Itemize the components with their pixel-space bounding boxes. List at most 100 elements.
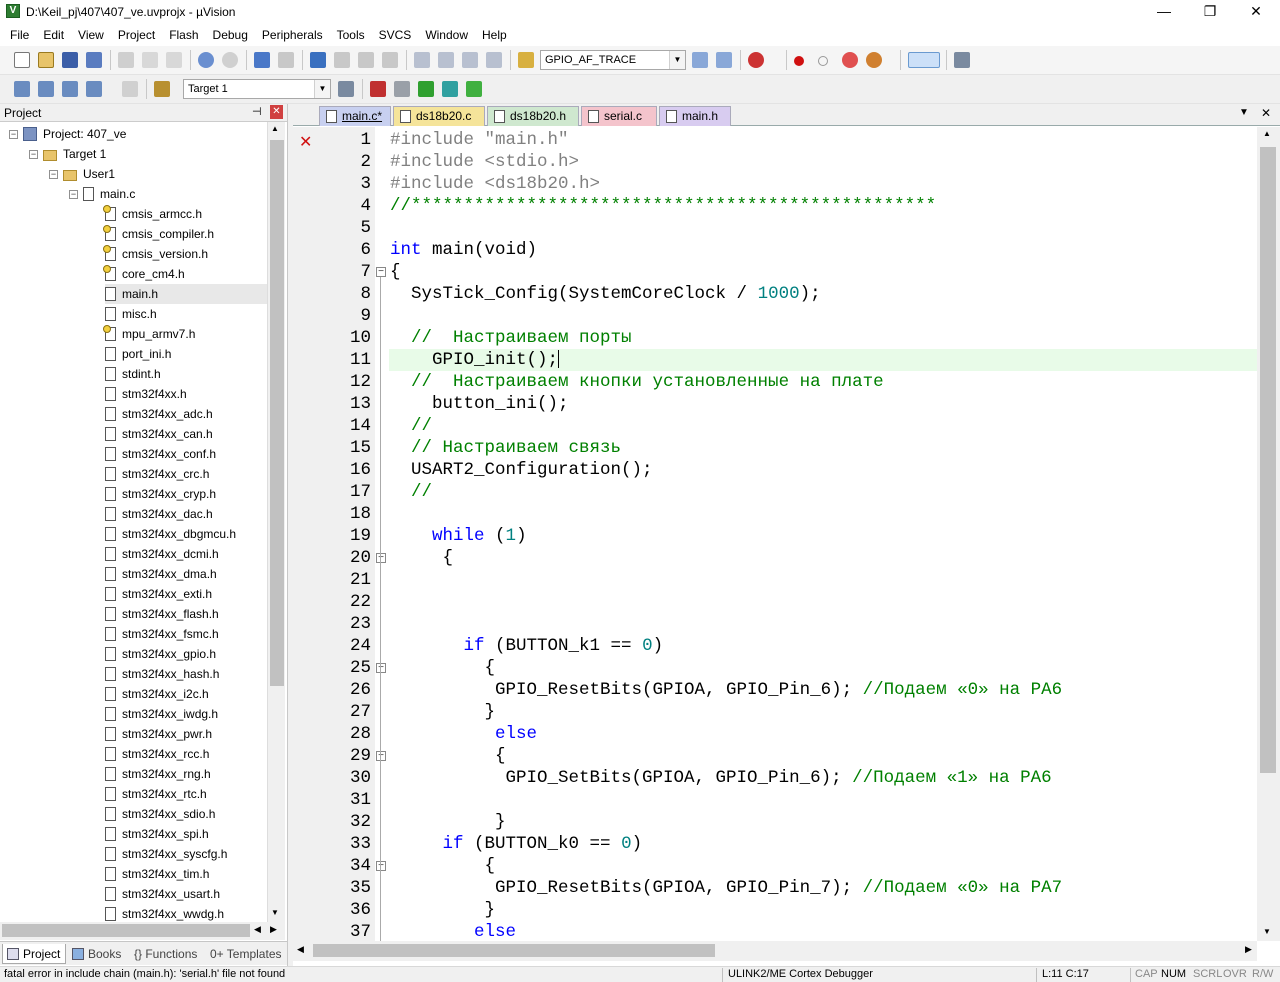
- tree-item-header[interactable]: stm32f4xx_hash.h: [105, 664, 219, 684]
- uncomment-icon[interactable]: [486, 52, 502, 68]
- breakpoint-icon[interactable]: [794, 56, 804, 66]
- save-all-icon[interactable]: [86, 52, 102, 68]
- menu-view[interactable]: View: [71, 25, 111, 45]
- scroll-down-icon[interactable]: ▼: [271, 908, 279, 917]
- code-line[interactable]: 37 else: [293, 921, 1257, 941]
- tree-item-group[interactable]: − User1: [49, 164, 115, 184]
- disable-all-breakpoints-icon[interactable]: [842, 52, 858, 68]
- tree-item-header[interactable]: stm32f4xx_can.h: [105, 424, 213, 444]
- tree-item-header[interactable]: stm32f4xx_wwdg.h: [105, 904, 224, 922]
- unindent-icon[interactable]: [438, 52, 454, 68]
- collapse-icon[interactable]: −: [9, 129, 18, 139]
- menu-project[interactable]: Project: [111, 25, 162, 45]
- comment-icon[interactable]: [462, 52, 478, 68]
- code-line[interactable]: ✕ 1 #include "main.h": [293, 129, 1257, 151]
- save-icon[interactable]: [62, 52, 78, 68]
- tree-item-header[interactable]: stm32f4xx.h: [105, 384, 187, 404]
- next-bookmark-icon[interactable]: [358, 52, 374, 68]
- tree-item-header[interactable]: core_cm4.h: [103, 264, 185, 284]
- tree-item-header[interactable]: stm32f4xx_sdio.h: [105, 804, 215, 824]
- menu-file[interactable]: File: [3, 25, 36, 45]
- hscroll-thumb[interactable]: [313, 944, 715, 957]
- cut-icon[interactable]: [118, 52, 134, 68]
- tree-item-header[interactable]: cmsis_armcc.h: [103, 204, 202, 224]
- disable-breakpoint-icon[interactable]: [818, 56, 828, 66]
- tree-item-header[interactable]: stm32f4xx_cryp.h: [105, 484, 216, 504]
- tree-item-header[interactable]: stm32f4xx_adc.h: [105, 404, 213, 424]
- find-in-files-icon[interactable]: [518, 52, 534, 68]
- scroll-up-icon[interactable]: ▲: [271, 124, 279, 133]
- window-layout-icon[interactable]: [908, 52, 940, 68]
- code-line[interactable]: 25− {: [293, 657, 1257, 679]
- bookmark-icon[interactable]: [310, 52, 326, 68]
- download-icon[interactable]: [154, 81, 170, 97]
- fold-toggle-icon[interactable]: −: [376, 861, 386, 871]
- close-tab-icon[interactable]: ✕: [1261, 106, 1271, 120]
- clear-bookmarks-icon[interactable]: [382, 52, 398, 68]
- kill-breakpoints-icon[interactable]: [866, 52, 882, 68]
- tree-item-header[interactable]: stm32f4xx_conf.h: [105, 444, 216, 464]
- chevron-down-icon[interactable]: ▼: [669, 51, 685, 69]
- rebuild-icon[interactable]: [62, 81, 78, 97]
- code-line[interactable]: 13 button_ini();: [293, 393, 1257, 415]
- scroll-down-icon[interactable]: ▼: [1263, 927, 1271, 936]
- code-line[interactable]: 6 int main(void): [293, 239, 1257, 261]
- tree-item-header[interactable]: stm32f4xx_pwr.h: [105, 724, 212, 744]
- tree-item-header[interactable]: stm32f4xx_dac.h: [105, 504, 213, 524]
- code-line[interactable]: 12 // Настраиваем кнопки установленные н…: [293, 371, 1257, 393]
- code-line[interactable]: 4 //*************************************…: [293, 195, 1257, 217]
- menu-edit[interactable]: Edit: [36, 25, 71, 45]
- code-line[interactable]: 2 #include <stdio.h>: [293, 151, 1257, 173]
- code-line[interactable]: 35 GPIO_ResetBits(GPIOA, GPIO_Pin_7); //…: [293, 877, 1257, 899]
- editor-tab-ds18b20-h[interactable]: ds18b20.h: [487, 106, 579, 126]
- code-line[interactable]: 34− {: [293, 855, 1257, 877]
- menu-window[interactable]: Window: [418, 25, 475, 45]
- redo-icon[interactable]: [222, 52, 238, 68]
- code-line[interactable]: 7−{: [293, 261, 1257, 283]
- code-line[interactable]: 8 SysTick_Config(SystemCoreClock / 1000)…: [293, 283, 1257, 305]
- close-panel-icon[interactable]: ✕: [270, 105, 283, 119]
- tree-item-header[interactable]: stm32f4xx_i2c.h: [105, 684, 209, 704]
- editor-tab-main-c-[interactable]: main.c*: [319, 106, 391, 126]
- scroll-left-icon[interactable]: ◀: [254, 924, 261, 935]
- tree-item-header[interactable]: stm32f4xx_flash.h: [105, 604, 219, 624]
- fold-toggle-icon[interactable]: −: [376, 751, 386, 761]
- tree-item-main-c[interactable]: − main.c: [69, 184, 135, 204]
- pin-icon[interactable]: ⊣: [252, 105, 262, 118]
- tree-item-header[interactable]: stm32f4xx_rng.h: [105, 764, 211, 784]
- scroll-thumb[interactable]: [1260, 147, 1276, 773]
- tree-item-header[interactable]: stm32f4xx_dma.h: [105, 564, 217, 584]
- manage-multi-project-icon[interactable]: [394, 81, 410, 97]
- tree-item-header[interactable]: stm32f4xx_exti.h: [105, 584, 212, 604]
- tree-item-header[interactable]: cmsis_version.h: [103, 244, 208, 264]
- tree-item-header[interactable]: cmsis_compiler.h: [103, 224, 214, 244]
- tree-item-header[interactable]: stm32f4xx_rcc.h: [105, 744, 209, 764]
- manage-project-items-icon[interactable]: [370, 81, 386, 97]
- code-line[interactable]: 30 GPIO_SetBits(GPIOA, GPIO_Pin_6); //По…: [293, 767, 1257, 789]
- tab-list-chevron-icon[interactable]: ▼: [1239, 107, 1249, 118]
- project-tree-hscrollbar[interactable]: ◀ ▶: [0, 922, 285, 940]
- code-line[interactable]: 18: [293, 503, 1257, 525]
- menu-tools[interactable]: Tools: [330, 25, 372, 45]
- code-line[interactable]: 24 if (BUTTON_k1 == 0): [293, 635, 1257, 657]
- menu-peripherals[interactable]: Peripherals: [255, 25, 330, 45]
- close-window-button[interactable]: ✕: [1233, 0, 1279, 24]
- prev-bookmark-icon[interactable]: [334, 52, 350, 68]
- minimize-button[interactable]: —: [1141, 0, 1187, 24]
- scroll-right-icon[interactable]: ▶: [270, 924, 277, 935]
- build-icon[interactable]: [38, 81, 54, 97]
- restore-button[interactable]: ❐: [1187, 0, 1233, 24]
- configure-icon[interactable]: [954, 52, 970, 68]
- tree-item-project[interactable]: − Project: 407_ve: [9, 124, 126, 144]
- open-file-icon[interactable]: [38, 52, 54, 68]
- scroll-thumb[interactable]: [270, 140, 284, 686]
- fold-toggle-icon[interactable]: −: [376, 553, 386, 563]
- tree-item-header[interactable]: stm32f4xx_usart.h: [105, 884, 220, 904]
- tab-books[interactable]: Books: [68, 944, 126, 964]
- navigate-back-icon[interactable]: [254, 52, 270, 68]
- tree-item-header[interactable]: stm32f4xx_dbgmcu.h: [105, 524, 236, 544]
- target-combo[interactable]: Target 1 ▼: [183, 79, 331, 99]
- tree-item-header[interactable]: stm32f4xx_dcmi.h: [105, 544, 219, 564]
- editor-vscrollbar[interactable]: ▲ ▼: [1257, 127, 1280, 941]
- code-line[interactable]: 33 if (BUTTON_k0 == 0): [293, 833, 1257, 855]
